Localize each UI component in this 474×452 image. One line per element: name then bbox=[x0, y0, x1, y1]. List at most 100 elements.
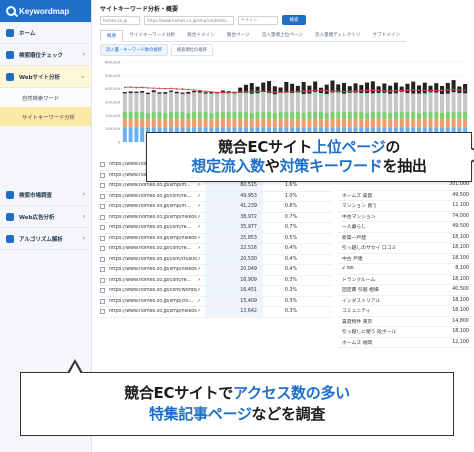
bar-segment[interactable] bbox=[451, 118, 456, 128]
bar-segment[interactable] bbox=[278, 119, 283, 128]
bar-segment[interactable] bbox=[399, 111, 404, 119]
bar-segment[interactable] bbox=[405, 93, 410, 112]
table-row[interactable]: https://www.homes.co.jp/cont/re... ↗ 49,95… bbox=[100, 191, 332, 202]
bar-segment[interactable] bbox=[128, 112, 133, 120]
external-link-icon[interactable]: ↗ bbox=[197, 225, 205, 230]
bar-segment[interactable] bbox=[215, 112, 220, 120]
bar-segment[interactable] bbox=[376, 86, 381, 93]
keyword-row[interactable]: 2 ldk 8,100 bbox=[338, 264, 472, 275]
row-url[interactable]: https://www.homes.co.jp/smp/hikkosh... bbox=[109, 309, 197, 314]
bar-segment[interactable] bbox=[445, 112, 450, 120]
table-row[interactable]: https://www.homes.co.jp/cont/re... ↗ 22,51… bbox=[100, 244, 332, 255]
external-link-icon[interactable]: ↗ bbox=[197, 236, 205, 241]
bar-segment[interactable] bbox=[157, 119, 162, 128]
line-point[interactable] bbox=[147, 86, 149, 89]
subtab-rank-trend[interactable]: 検索順位の推移 bbox=[170, 44, 213, 56]
bar-segment[interactable] bbox=[393, 93, 398, 112]
bar-segment[interactable] bbox=[307, 85, 312, 94]
table-row[interactable]: https://www.homes.co.jp/smp/m... ↗ 41,239 0… bbox=[100, 202, 332, 213]
row-url[interactable]: https://www.homes.co.jp/smp/hikkosh... bbox=[109, 215, 197, 220]
bar-segment[interactable] bbox=[140, 91, 145, 93]
line-point[interactable] bbox=[435, 89, 438, 92]
bar-segment[interactable] bbox=[203, 119, 208, 128]
bar-segment[interactable] bbox=[313, 111, 318, 119]
table-row[interactable]: https://www.homes.co.jp/cont/re... ↗ 35,97… bbox=[100, 223, 332, 234]
line-point[interactable] bbox=[233, 91, 236, 94]
table-row[interactable]: https://www.homes.co.jp/cont/truikio... ↗… bbox=[100, 254, 332, 265]
bar-segment[interactable] bbox=[347, 112, 352, 120]
bar-segment[interactable] bbox=[336, 118, 341, 128]
bar-segment[interactable] bbox=[330, 92, 335, 112]
line-point[interactable] bbox=[204, 90, 207, 93]
external-link-icon[interactable]: ↗ bbox=[197, 204, 205, 209]
bar-segment[interactable] bbox=[163, 92, 168, 94]
tab-overview[interactable]: 概要 bbox=[100, 30, 124, 42]
bar-segment[interactable] bbox=[353, 118, 358, 128]
tab-top-directories[interactable]: 流入量増ディレクトリ bbox=[308, 30, 367, 42]
bar-segment[interactable] bbox=[295, 119, 300, 128]
row-url[interactable]: https://www.homes.co.jp/cont/words/k... bbox=[109, 288, 197, 293]
keyword-row[interactable]: 賃貸物件 東京 14,800 bbox=[338, 317, 472, 327]
bar-segment[interactable] bbox=[393, 119, 398, 128]
bar-segment[interactable] bbox=[347, 119, 352, 128]
bar-segment[interactable] bbox=[347, 92, 352, 112]
line-point[interactable] bbox=[458, 89, 461, 91]
line-point[interactable] bbox=[187, 88, 190, 91]
bar-segment[interactable] bbox=[365, 93, 370, 113]
bar-segment[interactable] bbox=[422, 82, 427, 94]
bar-segment[interactable] bbox=[226, 119, 231, 128]
external-link-icon[interactable]: ↗ bbox=[197, 246, 205, 251]
sidebar-item-site-analysis[interactable]: Webサイト分析 ⌄ bbox=[0, 66, 91, 88]
bar-segment[interactable] bbox=[284, 111, 289, 119]
bar-segment[interactable] bbox=[186, 112, 191, 120]
bar-segment[interactable] bbox=[122, 119, 127, 128]
bar-segment[interactable] bbox=[440, 94, 445, 113]
bar-segment[interactable] bbox=[434, 112, 439, 120]
keyword-row[interactable]: マンション 買う 12,100 bbox=[338, 201, 472, 212]
line-point[interactable] bbox=[291, 90, 294, 93]
bar-segment[interactable] bbox=[388, 85, 393, 94]
bar-segment[interactable] bbox=[226, 92, 231, 112]
bar-segment[interactable] bbox=[290, 93, 295, 112]
row-url[interactable]: https://www.homes.co.jp/smp/hikkosh... bbox=[109, 267, 197, 272]
keyword-row[interactable]: 引っ越しのサカイ 口コミ 18,100 bbox=[338, 243, 472, 254]
bar-segment[interactable] bbox=[220, 118, 225, 128]
row-checkbox[interactable] bbox=[100, 267, 105, 273]
table-row[interactable]: https://www.homes.co.jp/smp/m... ↗ 80,515 1… bbox=[100, 181, 332, 192]
row-checkbox[interactable] bbox=[100, 172, 105, 178]
bar-segment[interactable] bbox=[376, 92, 381, 112]
bar-segment[interactable] bbox=[203, 92, 208, 94]
line-point[interactable] bbox=[285, 91, 288, 94]
line-point[interactable] bbox=[406, 89, 409, 92]
tab-top-pages[interactable]: 流入量増上位ページ bbox=[255, 30, 309, 42]
line-point[interactable] bbox=[135, 86, 138, 89]
bar-segment[interactable] bbox=[434, 92, 439, 112]
external-link-icon[interactable]: ↗ bbox=[197, 309, 205, 314]
line-point[interactable] bbox=[210, 90, 213, 93]
row-url[interactable]: https://www.homes.co.jp/smp/m... bbox=[109, 183, 197, 188]
line-point[interactable] bbox=[158, 87, 161, 90]
line-point[interactable] bbox=[239, 91, 242, 94]
search-button[interactable]: 検索 bbox=[282, 15, 306, 25]
line-point[interactable] bbox=[198, 89, 201, 92]
bar-segment[interactable] bbox=[209, 119, 214, 128]
row-checkbox[interactable] bbox=[100, 309, 105, 315]
bar-segment[interactable] bbox=[440, 112, 445, 120]
bar-segment[interactable] bbox=[261, 111, 266, 119]
bar-segment[interactable] bbox=[353, 92, 358, 112]
line-point[interactable] bbox=[141, 86, 144, 89]
bar-segment[interactable] bbox=[463, 112, 468, 120]
bar-segment[interactable] bbox=[341, 93, 347, 112]
line-point[interactable] bbox=[452, 88, 455, 91]
external-link-icon[interactable]: ↗ bbox=[197, 267, 205, 272]
bar-segment[interactable] bbox=[428, 111, 433, 119]
table-row[interactable]: https://www.homes.co.jp/smp/chi... ↗ 15,40… bbox=[100, 296, 332, 307]
bar-segment[interactable] bbox=[405, 119, 410, 128]
bar-segment[interactable] bbox=[445, 119, 450, 128]
line-point[interactable] bbox=[446, 89, 449, 91]
bar-segment[interactable] bbox=[416, 119, 422, 128]
bar-segment[interactable] bbox=[134, 111, 139, 119]
bar-segment[interactable] bbox=[290, 112, 295, 120]
line-point[interactable] bbox=[377, 89, 380, 92]
bar-segment[interactable] bbox=[168, 111, 174, 119]
